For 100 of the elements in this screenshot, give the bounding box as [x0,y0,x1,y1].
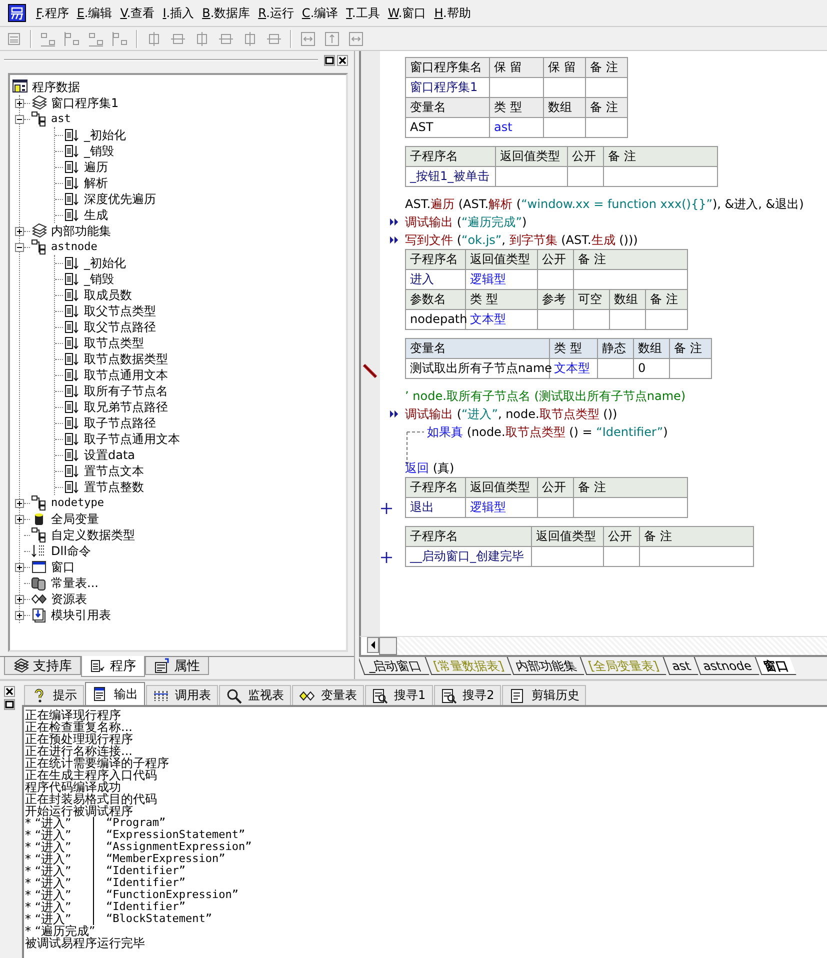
document-arrow-icon [64,399,80,415]
plus-icon[interactable] [381,552,392,563]
output-value: “BlockStatement” [93,913,212,925]
tree-item[interactable]: nodetype [51,495,104,511]
tree-item[interactable]: 常量表... [51,575,98,591]
maximize-button[interactable] [4,699,14,710]
tree-item[interactable]: 自定义数据类型 [51,527,135,543]
tree-item[interactable]: 取兄弟节点路径 [84,399,168,415]
tree-item[interactable]: _销毁 [84,271,114,287]
menu-item[interactable]: R.运行 [258,2,294,24]
tree-item[interactable]: 取所有子节点名 [84,383,168,399]
document-arrow-icon [64,271,80,287]
output-value: “Identifier” [93,865,186,877]
table-cell: AST [406,118,490,138]
menu-item[interactable]: B.数据库 [202,2,250,24]
tree-item[interactable]: 取节点数据类型 [84,351,168,367]
output-text: 正在编译现行程序 [25,709,122,721]
tree-item[interactable]: _初始化 [84,255,126,271]
output-value: “AssignmentExpression” [93,841,252,853]
panel-tab[interactable]: 程序 [81,656,145,677]
document-icon [90,658,106,674]
editor-tab[interactable]: 内部功能集 [507,657,585,675]
expand-toggle[interactable] [15,514,24,524]
output-value: “Identifier” [93,901,186,913]
maximize-button[interactable] [324,54,335,66]
tree-item[interactable]: 全局变量 [51,511,99,527]
tree-item[interactable]: 取子节点通用文本 [84,431,180,447]
toolbar-glyph-icon [324,30,340,46]
maximize-icon [4,700,14,709]
menu-item[interactable]: H.帮助 [434,2,471,24]
tree-item[interactable]: 内部功能集 [51,223,111,239]
table-cell [604,547,640,567]
tree-item[interactable]: ast [51,111,71,127]
expand-toggle[interactable] [15,98,24,108]
document-arrow-icon [64,431,80,447]
output-text: 正在进行名称连接... [25,745,132,757]
expand-toggle[interactable] [15,226,24,236]
output-tab[interactable]: 输出 [85,682,145,705]
tree-item[interactable]: 窗口 [51,559,75,575]
output-tab[interactable]: 搜寻1 [365,685,433,705]
output-tab[interactable]: 搜寻2 [434,685,502,705]
menu-item[interactable]: I.插入 [162,2,194,24]
document-arrow-icon [64,143,80,159]
tree-item[interactable]: 取父节点路径 [84,319,156,335]
tree-item[interactable]: 取成员数 [84,287,132,303]
scroll-left-button[interactable] [367,637,379,653]
output-tab[interactable]: 调用表 [146,685,218,705]
menu-item[interactable]: C.编译 [302,2,338,24]
tree-item[interactable]: 模块引用表 [51,607,111,623]
tree-item[interactable]: 取节点类型 [84,335,144,351]
panel-tab[interactable]: 支持库 [4,657,81,675]
collapse-toggle[interactable] [15,242,24,252]
tree-item[interactable]: astnode [51,239,98,255]
editor-tab[interactable]: ast [662,657,698,675]
tree-item[interactable]: 取父节点类型 [84,303,156,319]
editor-tab[interactable]: 窗口 [755,657,797,675]
menu-item[interactable]: T.工具 [346,2,380,24]
tree-item[interactable]: _销毁 [84,143,114,159]
expand-toggle[interactable] [15,610,24,620]
books-icon [13,658,29,674]
tree-item[interactable]: 设置data [84,447,136,463]
editor-tab[interactable]: _启动窗口 [359,657,430,675]
import-icon [31,607,47,623]
output-tab[interactable]: 变量表 [292,685,364,705]
tree-item[interactable]: 解析 [84,175,108,191]
collapse-toggle[interactable] [15,114,24,124]
tree-item[interactable]: 置节点文本 [84,463,144,479]
close-button[interactable] [337,54,348,66]
toolbar-glyph-icon [146,30,162,46]
menu-item[interactable]: F.程序 [36,2,69,24]
output-tab[interactable]: 剪辑历史 [502,685,586,705]
tree-item[interactable]: 取节点通用文本 [84,367,168,383]
plus-icon[interactable] [381,503,392,514]
tree-item[interactable]: 取子节点路径 [84,415,156,431]
output-tab[interactable]: 提示 [24,685,84,705]
tree-item[interactable]: 资源表 [51,591,87,607]
expand-toggle[interactable] [15,594,24,604]
tree-item[interactable]: 深度优先遍历 [84,191,156,207]
tree-item[interactable]: 置节点整数 [84,479,144,495]
table-cell [538,310,574,330]
output-tab[interactable]: 监视表 [219,685,291,705]
menu-item[interactable]: E.编辑 [76,2,112,24]
document-arrow-icon [64,479,80,495]
menu-item[interactable]: V.查看 [120,2,155,24]
expand-toggle[interactable] [15,562,24,572]
tree-item[interactable]: 遍历 [84,159,108,175]
document-arrow-icon [64,207,80,223]
close-button[interactable] [4,686,14,697]
document-arrow-icon [64,287,80,303]
tree-item[interactable]: _初始化 [84,127,126,143]
tree-item[interactable]: 窗口程序集1 [51,95,119,111]
tree-item[interactable]: Dll命令 [51,543,91,559]
output-value: “Program” [93,817,166,829]
menu-item[interactable]: W.窗口 [388,2,426,24]
scrollbar-thumb[interactable] [379,637,397,655]
tree-item[interactable]: 生成 [84,207,108,223]
hierarchy-icon [31,495,47,511]
expand-toggle[interactable] [15,498,24,508]
tree-item[interactable]: 程序数据 [32,79,80,95]
panel-tab[interactable]: 属性 [145,657,209,675]
